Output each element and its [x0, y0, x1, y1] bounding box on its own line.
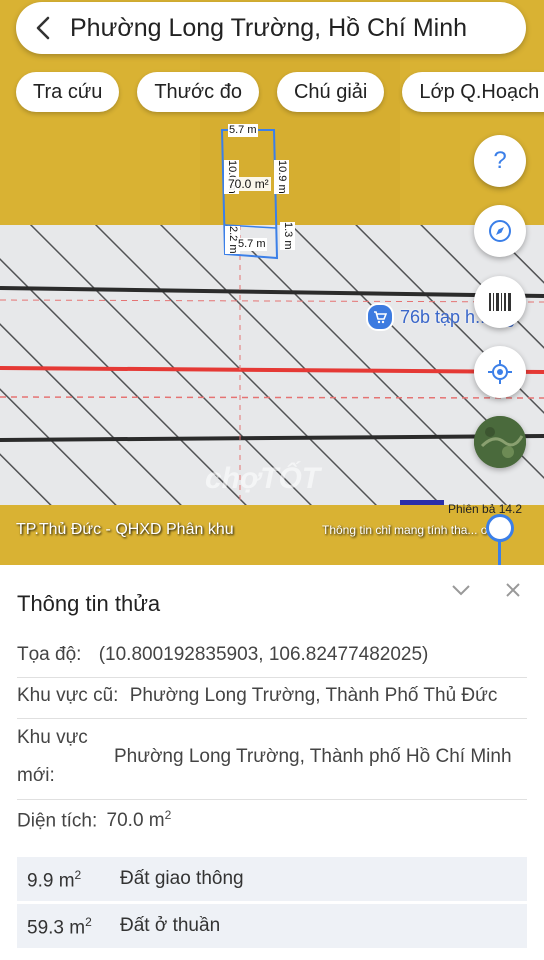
area-label: Diện tích: [17, 810, 98, 832]
opacity-slider-handle[interactable] [486, 514, 514, 542]
scale-bar [400, 500, 444, 505]
map-view[interactable]: 5.7 m 10.0 m 10.9 m 2.2 m 1.3 m 5.7 m 70… [0, 0, 544, 565]
measure-chip[interactable]: Thước đo [137, 72, 259, 112]
cart-icon [366, 303, 394, 331]
panel-title: Thông tin thửa [17, 591, 161, 616]
area-value: 70.0 m [106, 810, 165, 832]
my-location-button[interactable] [474, 346, 526, 398]
land-use-row: 9.9 m2 Đất giao thông [17, 857, 527, 901]
compass-icon [489, 220, 511, 242]
watermark: chợTỐT [205, 462, 321, 495]
coordinates-value: (10.800192835903, 106.82477482025) [98, 644, 429, 665]
dim-lower-width: 5.7 m [237, 238, 267, 251]
close-icon [506, 583, 520, 597]
area-unit-sup: 2 [164, 808, 172, 822]
barcode-button[interactable] [474, 276, 526, 328]
legend-chip[interactable]: Chú giải [276, 72, 385, 112]
opacity-slider-track[interactable] [498, 540, 501, 565]
old-area-label: Khu vực cũ: [17, 685, 119, 706]
satellite-toggle-button[interactable] [474, 416, 526, 468]
divider [17, 677, 527, 678]
back-button[interactable] [24, 2, 64, 54]
map-toolbar: Tra cứu Thước đo Chú giải Lớp Q.Hoạch (4 [16, 72, 544, 112]
satellite-thumbnail-icon [474, 416, 526, 468]
divider [17, 799, 527, 800]
question-icon: ? [493, 147, 507, 174]
collapse-button[interactable] [450, 583, 472, 602]
lookup-chip[interactable]: Tra cứu [16, 72, 120, 112]
area-row: Diện tích: 70.0 m2 [17, 808, 171, 832]
coordinates-label: Tọa độ: [17, 644, 82, 665]
land-use-type: Đất ở thuần [120, 915, 221, 936]
land-use-type: Đất giao thông [120, 868, 244, 889]
dim-right: 10.9 m [274, 160, 289, 194]
dim-lower-right: 1.3 m [280, 222, 295, 250]
close-button[interactable] [504, 581, 522, 604]
disclaimer-label: Thông tin chỉ mang tính tha... o [322, 523, 488, 537]
parcel-area-label: 70.0 m² [226, 177, 271, 191]
dim-top: 5.7 m [228, 124, 258, 137]
location-title: Phường Long Trường, Hồ Chí Minh [70, 13, 468, 42]
planning-source-label: TP.Thủ Đức - QHXD Phân khu [16, 521, 234, 538]
chevron-down-icon [452, 585, 470, 596]
land-use-row: 59.3 m2 Đất ở thuần [17, 904, 527, 948]
land-use-area: 59.3 m2 [27, 915, 92, 939]
parcel-info-panel: Thông tin thửa Tọa độ: (10.800192835903,… [0, 565, 544, 960]
new-area-label-line1: Khu vực [17, 727, 88, 748]
compass-button[interactable] [474, 205, 526, 257]
new-area-value: Phường Long Trường, Thành phố Hồ Chí Min… [114, 746, 512, 767]
land-use-area: 9.9 m2 [27, 868, 82, 892]
locate-icon [488, 360, 512, 384]
divider [17, 718, 527, 719]
help-button[interactable]: ? [474, 135, 526, 187]
version-label: Phiên bả 14.2 [448, 502, 523, 516]
new-area-label-line2: mới: [17, 765, 55, 786]
location-header[interactable]: Phường Long Trường, Hồ Chí Minh [16, 2, 526, 54]
back-arrow-icon [36, 16, 50, 40]
barcode-icon [489, 293, 511, 311]
planning-layer-chip[interactable]: Lớp Q.Hoạch (4 [402, 72, 544, 112]
old-area-row: Khu vực cũ: Phường Long Trường, Thành Ph… [17, 685, 497, 707]
coordinates-row: Tọa độ: (10.800192835903, 106.8247748202… [17, 644, 428, 666]
old-area-value: Phường Long Trường, Thành Phố Thủ Đức [129, 685, 498, 706]
